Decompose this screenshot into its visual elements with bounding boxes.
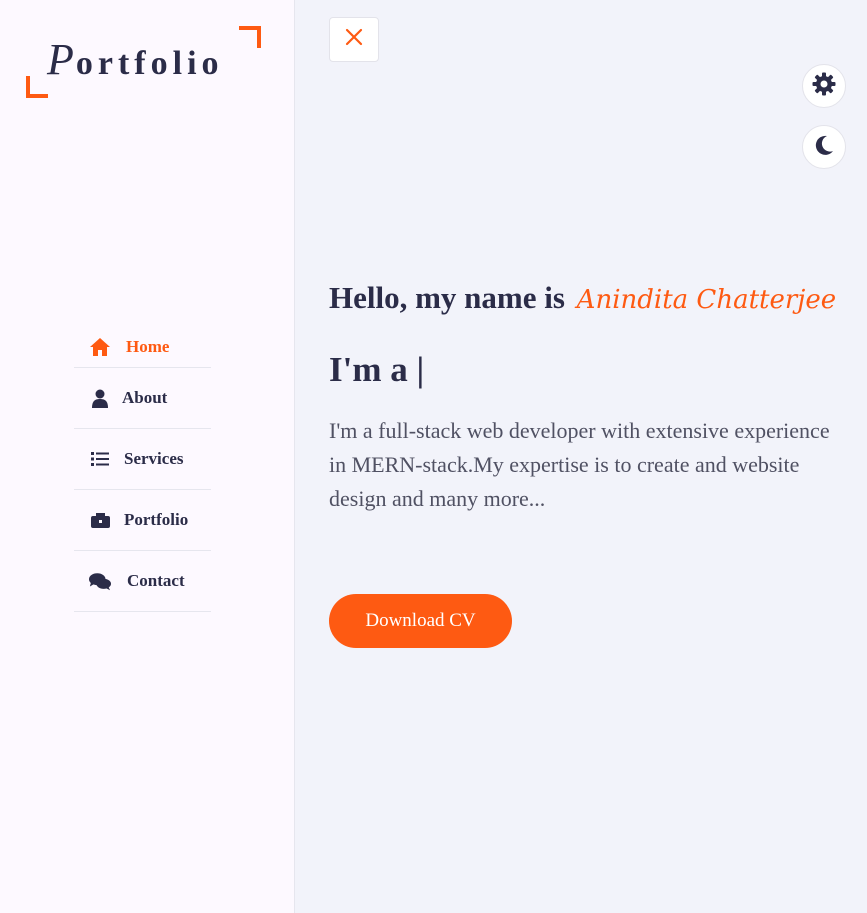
logo[interactable]: Portfolio	[26, 26, 261, 98]
typing-text: I'm a |	[329, 350, 425, 389]
sidebar-item-label: Contact	[127, 571, 185, 590]
moon-icon	[813, 134, 835, 161]
download-cv-button[interactable]: Download CV	[329, 594, 512, 648]
sidebar-nav: Home About Services Portfolio Contact	[74, 327, 211, 612]
hero-name: Anindita Chatterjee	[576, 285, 837, 315]
sidebar-item-home[interactable]: Home	[74, 327, 211, 368]
close-icon	[345, 28, 363, 51]
sidebar-item-services[interactable]: Services	[74, 429, 211, 490]
greeting-text: Hello, my name is	[329, 280, 565, 315]
sidebar: Portfolio Home About Services Portfolio	[0, 0, 295, 913]
hero-description: I'm a full-stack web developer with exte…	[329, 418, 830, 511]
briefcase-icon	[89, 509, 111, 531]
sidebar-item-label: About	[122, 388, 168, 407]
sidebar-item-label: Services	[124, 449, 184, 468]
sidebar-item-label: Home	[126, 337, 170, 356]
settings-button[interactable]	[802, 64, 846, 108]
theme-toggle-button[interactable]	[802, 125, 846, 169]
sidebar-item-portfolio[interactable]: Portfolio	[74, 490, 211, 551]
chat-icon	[89, 570, 111, 592]
sidebar-item-about[interactable]: About	[74, 368, 211, 429]
logo-text: Portfolio	[47, 34, 224, 85]
hero-greeting: Hello, my name is Anindita Chatterjee	[329, 280, 836, 316]
logo-first-letter: P	[47, 35, 76, 84]
close-button[interactable]	[329, 17, 379, 62]
home-icon	[89, 336, 111, 358]
user-icon	[89, 387, 111, 409]
sidebar-item-contact[interactable]: Contact	[74, 551, 211, 612]
logo-corner-bottom-left	[26, 76, 48, 98]
logo-rest: ortfolio	[75, 45, 224, 82]
list-icon	[89, 448, 111, 470]
logo-corner-top-right	[239, 26, 261, 48]
gear-icon	[812, 72, 836, 101]
sidebar-item-label: Portfolio	[124, 510, 189, 529]
